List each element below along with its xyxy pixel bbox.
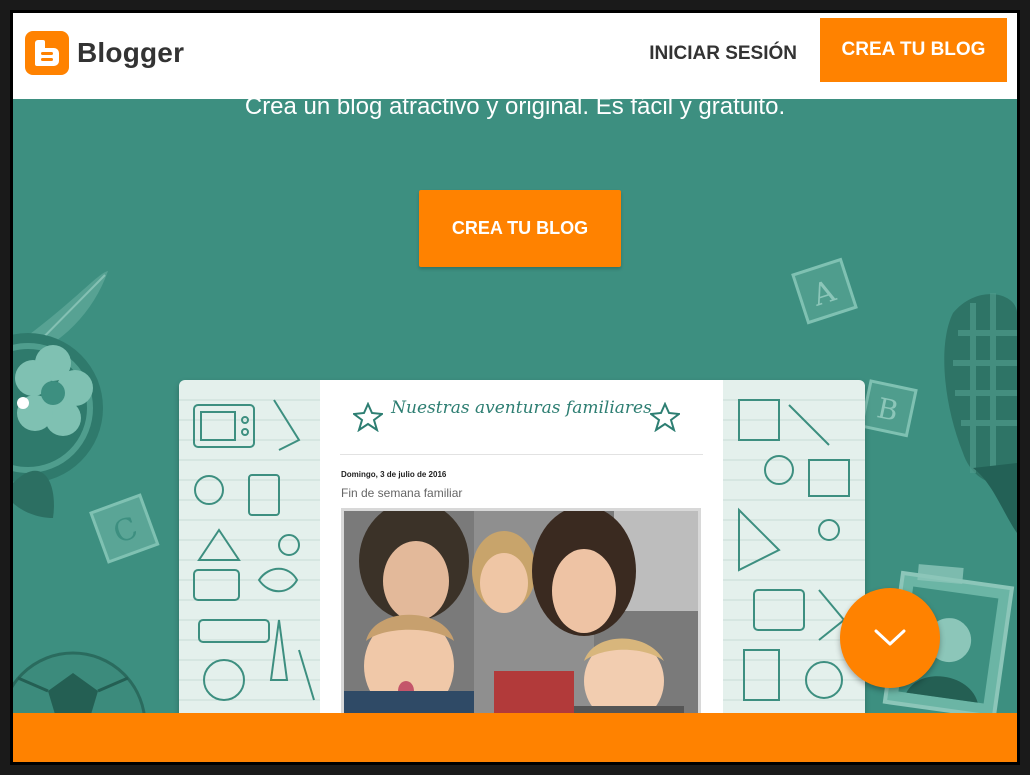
decoration-block-c: C — [89, 493, 160, 564]
decoration-block-a: A — [791, 257, 858, 325]
family-photo — [341, 508, 701, 720]
decoration-flower-center — [41, 381, 65, 405]
orange-footer-band — [13, 713, 1017, 762]
hero-section: C A B Blogger INICIAR SESIÓN CREA TU BLO… — [13, 13, 1017, 762]
login-link[interactable]: INICIAR SESIÓN — [649, 43, 797, 65]
decoration-block-b: B — [859, 379, 918, 438]
blog-post-card: Nuestras aventuras familiares Domingo, 3… — [320, 380, 723, 720]
post-title: Fin de semana familiar — [341, 486, 463, 500]
scroll-down-button[interactable] — [840, 588, 940, 688]
logo-text: Blogger — [77, 37, 185, 68]
blogger-logo-icon — [25, 31, 69, 75]
create-blog-main-button[interactable]: CREA TU BLOG — [419, 190, 621, 267]
star-icon — [650, 402, 680, 432]
blog-preview: Nuestras aventuras familiares Domingo, 3… — [179, 380, 865, 720]
post-date: Domingo, 3 de julio de 2016 — [341, 470, 447, 479]
blog-header-divider — [340, 454, 703, 455]
chevron-down-icon — [874, 629, 906, 646]
site-header: Blogger INICIAR SESIÓN CREA TU BLOG — [13, 13, 1017, 99]
browser-viewport: C A B Blogger INICIAR SESIÓN CREA TU BLO… — [10, 10, 1020, 765]
decoration-white-dot — [17, 397, 29, 409]
decoration-mitten — [944, 293, 1017, 533]
blogger-logo[interactable]: Blogger — [25, 31, 184, 75]
family-photo-illustration — [344, 511, 698, 717]
create-blog-header-button[interactable]: CREA TU BLOG — [820, 18, 1007, 82]
